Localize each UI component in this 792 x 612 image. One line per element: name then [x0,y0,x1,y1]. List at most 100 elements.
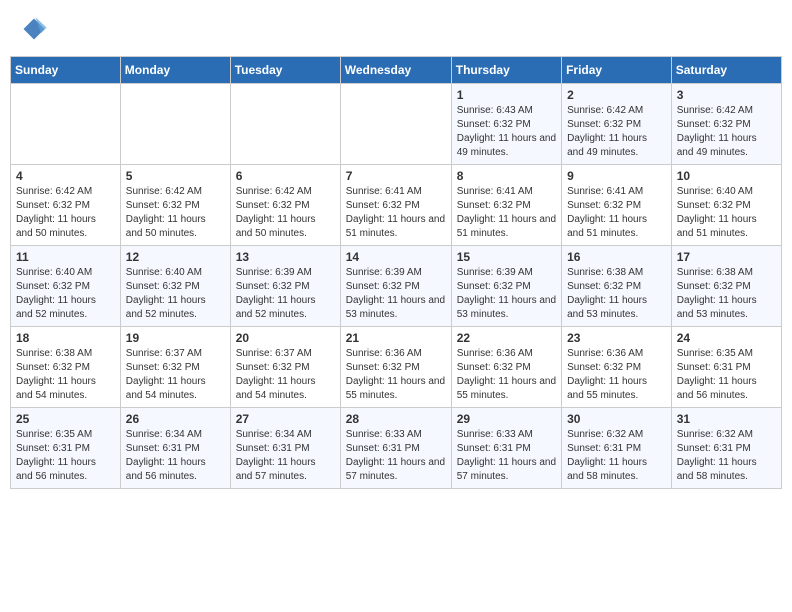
day-number: 25 [16,412,115,426]
day-detail: Sunrise: 6:42 AM Sunset: 6:32 PM Dayligh… [236,185,335,241]
day-detail: Sunrise: 6:41 AM Sunset: 6:32 PM Dayligh… [457,185,556,241]
calendar-cell [11,84,121,165]
day-detail: Sunrise: 6:38 AM Sunset: 6:32 PM Dayligh… [567,266,666,322]
calendar-body: 1 Sunrise: 6:43 AM Sunset: 6:32 PM Daylig… [11,84,782,489]
day-number: 13 [236,250,335,264]
calendar-cell: 8 Sunrise: 6:41 AM Sunset: 6:32 PM Daylig… [451,165,561,246]
day-detail: Sunrise: 6:32 AM Sunset: 6:31 PM Dayligh… [677,428,776,484]
calendar-cell: 11 Sunrise: 6:40 AM Sunset: 6:32 PM Dayli… [11,246,121,327]
day-detail: Sunrise: 6:42 AM Sunset: 6:32 PM Dayligh… [126,185,225,241]
calendar-week-row: 4 Sunrise: 6:42 AM Sunset: 6:32 PM Daylig… [11,165,782,246]
calendar-week-row: 18 Sunrise: 6:38 AM Sunset: 6:32 PM Dayli… [11,327,782,408]
day-detail: Sunrise: 6:36 AM Sunset: 6:32 PM Dayligh… [567,347,666,403]
calendar-cell: 15 Sunrise: 6:39 AM Sunset: 6:32 PM Dayli… [451,246,561,327]
day-number: 17 [677,250,776,264]
day-number: 15 [457,250,556,264]
day-detail: Sunrise: 6:36 AM Sunset: 6:32 PM Dayligh… [346,347,446,403]
day-number: 27 [236,412,335,426]
calendar-cell: 3Sunrise: 6:42 AM Sunset: 6:32 PM Daylig… [671,84,781,165]
calendar-cell: 22Sunrise: 6:36 AM Sunset: 6:32 PM Dayli… [451,327,561,408]
day-number: 22 [457,331,556,345]
day-detail: Sunrise: 6:42 AM Sunset: 6:32 PM Dayligh… [567,104,666,160]
day-detail: Sunrise: 6:40 AM Sunset: 6:32 PM Dayligh… [677,185,776,241]
calendar-cell: 27 Sunrise: 6:34 AM Sunset: 6:31 PM Dayli… [230,408,340,489]
calendar-cell: 18 Sunrise: 6:38 AM Sunset: 6:32 PM Dayli… [11,327,121,408]
day-number: 9 [567,169,666,183]
weekday-header-row: SundayMondayTuesdayWednesdayThursdayFrid… [11,57,782,84]
day-number: 31 [677,412,776,426]
calendar-cell: 31 Sunrise: 6:32 AM Sunset: 6:31 PM Dayli… [671,408,781,489]
calendar-cell [120,84,230,165]
weekday-header-wednesday: Wednesday [340,57,451,84]
calendar-week-row: 1 Sunrise: 6:43 AM Sunset: 6:32 PM Daylig… [11,84,782,165]
day-number: 28 [346,412,446,426]
calendar-cell: 20 Sunrise: 6:37 AM Sunset: 6:32 PM Dayli… [230,327,340,408]
day-number: 6 [236,169,335,183]
day-detail: Sunrise: 6:35 AM Sunset: 6:31 PM Dayligh… [16,428,115,484]
logo [20,15,50,43]
calendar-cell: 4 Sunrise: 6:42 AM Sunset: 6:32 PM Daylig… [11,165,121,246]
day-number: 11 [16,250,115,264]
day-number: 2 [567,88,666,102]
day-detail: Sunrise: 6:39 AM Sunset: 6:32 PM Dayligh… [236,266,335,322]
calendar-cell: 10 Sunrise: 6:40 AM Sunset: 6:32 PM Dayli… [671,165,781,246]
weekday-header-monday: Monday [120,57,230,84]
day-number: 10 [677,169,776,183]
day-number: 26 [126,412,225,426]
day-detail: Sunrise: 6:34 AM Sunset: 6:31 PM Dayligh… [236,428,335,484]
calendar-table: SundayMondayTuesdayWednesdayThursdayFrid… [10,56,782,489]
day-number: 16 [567,250,666,264]
day-number: 8 [457,169,556,183]
weekday-header-friday: Friday [562,57,672,84]
day-number: 24 [677,331,776,345]
day-detail: Sunrise: 6:38 AM Sunset: 6:32 PM Dayligh… [16,347,115,403]
day-detail: Sunrise: 6:43 AM Sunset: 6:32 PM Dayligh… [457,104,556,160]
day-detail: Sunrise: 6:40 AM Sunset: 6:32 PM Dayligh… [16,266,115,322]
calendar-cell: 30Sunrise: 6:32 AM Sunset: 6:31 PM Dayli… [562,408,672,489]
weekday-header-saturday: Saturday [671,57,781,84]
day-number: 3 [677,88,776,102]
calendar-cell: 28 Sunrise: 6:33 AM Sunset: 6:31 PM Dayli… [340,408,451,489]
calendar-cell: 6 Sunrise: 6:42 AM Sunset: 6:32 PM Daylig… [230,165,340,246]
calendar-cell: 25 Sunrise: 6:35 AM Sunset: 6:31 PM Dayli… [11,408,121,489]
day-detail: Sunrise: 6:42 AM Sunset: 6:32 PM Dayligh… [16,185,115,241]
calendar-cell: 16 Sunrise: 6:38 AM Sunset: 6:32 PM Dayli… [562,246,672,327]
day-detail: Sunrise: 6:35 AM Sunset: 6:31 PM Dayligh… [677,347,776,403]
day-number: 14 [346,250,446,264]
logo-icon [20,15,48,43]
day-number: 19 [126,331,225,345]
day-number: 4 [16,169,115,183]
calendar-cell: 24 Sunrise: 6:35 AM Sunset: 6:31 PM Dayli… [671,327,781,408]
calendar-cell: 17 Sunrise: 6:38 AM Sunset: 6:32 PM Dayli… [671,246,781,327]
day-detail: Sunrise: 6:37 AM Sunset: 6:32 PM Dayligh… [236,347,335,403]
day-number: 5 [126,169,225,183]
calendar-cell: 14 Sunrise: 6:39 AM Sunset: 6:32 PM Dayli… [340,246,451,327]
weekday-header-tuesday: Tuesday [230,57,340,84]
day-number: 7 [346,169,446,183]
day-number: 30 [567,412,666,426]
day-number: 12 [126,250,225,264]
calendar-cell [230,84,340,165]
calendar-cell: 21 Sunrise: 6:36 AM Sunset: 6:32 PM Dayli… [340,327,451,408]
day-detail: Sunrise: 6:39 AM Sunset: 6:32 PM Dayligh… [457,266,556,322]
day-number: 20 [236,331,335,345]
calendar-cell: 2 Sunrise: 6:42 AM Sunset: 6:32 PM Daylig… [562,84,672,165]
day-number: 29 [457,412,556,426]
page-header [10,10,782,48]
calendar-cell: 12 Sunrise: 6:40 AM Sunset: 6:32 PM Dayli… [120,246,230,327]
calendar-cell [340,84,451,165]
day-number: 18 [16,331,115,345]
day-number: 21 [346,331,446,345]
calendar-header: SundayMondayTuesdayWednesdayThursdayFrid… [11,57,782,84]
calendar-week-row: 25 Sunrise: 6:35 AM Sunset: 6:31 PM Dayli… [11,408,782,489]
day-detail: Sunrise: 6:33 AM Sunset: 6:31 PM Dayligh… [346,428,446,484]
day-number: 1 [457,88,556,102]
calendar-cell: 13 Sunrise: 6:39 AM Sunset: 6:32 PM Dayli… [230,246,340,327]
day-detail: Sunrise: 6:40 AM Sunset: 6:32 PM Dayligh… [126,266,225,322]
day-detail: Sunrise: 6:39 AM Sunset: 6:32 PM Dayligh… [346,266,446,322]
calendar-cell: 23Sunrise: 6:36 AM Sunset: 6:32 PM Dayli… [562,327,672,408]
calendar-cell: 1 Sunrise: 6:43 AM Sunset: 6:32 PM Daylig… [451,84,561,165]
day-detail: Sunrise: 6:41 AM Sunset: 6:32 PM Dayligh… [346,185,446,241]
day-detail: Sunrise: 6:34 AM Sunset: 6:31 PM Dayligh… [126,428,225,484]
day-detail: Sunrise: 6:38 AM Sunset: 6:32 PM Dayligh… [677,266,776,322]
